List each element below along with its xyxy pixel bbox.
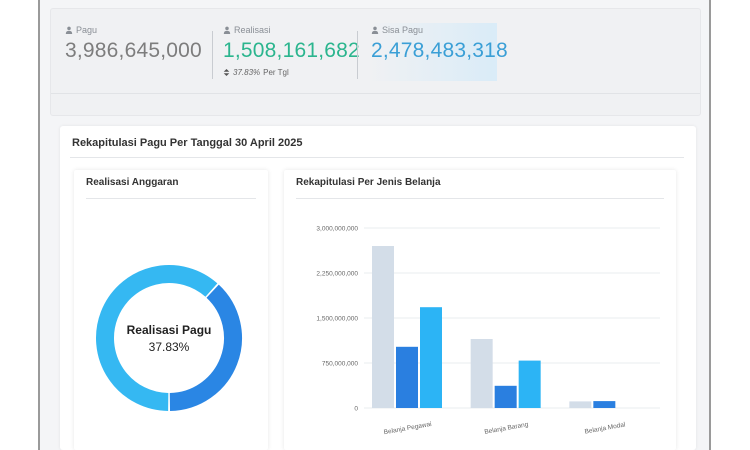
divider: [86, 198, 256, 199]
bar-1-2[interactable]: [518, 360, 541, 408]
stat-realisasi-sub: 37.83% Per Tgl: [223, 68, 360, 77]
user-icon: [223, 26, 231, 34]
bar-2-1[interactable]: [593, 401, 616, 408]
divider: [296, 198, 664, 199]
bar-panel: Rekapitulasi Per Jenis Belanja 0 750,000,…: [284, 170, 676, 450]
stat-pagu-label: Pagu: [76, 25, 98, 35]
main-title: Rekapitulasi Pagu Per Tanggal 30 April 2…: [72, 137, 303, 149]
x-category-label: Belanja Pegawai: [383, 421, 432, 436]
stat-pagu-value: 3,986,645,000: [65, 39, 202, 62]
y-tick-label: 2,250,000,000: [316, 271, 358, 278]
stat-realisasi-percent: 37.83%: [233, 68, 261, 77]
bar-1-0[interactable]: [470, 339, 493, 408]
donut-center-label: Realisasi Pagu: [126, 322, 212, 337]
app-frame: Pagu 3,986,645,000 Realisasi 1,508,161,6…: [38, 0, 711, 450]
y-tick-label: 1,500,000,000: [316, 316, 358, 323]
donut-panel-title: Realisasi Anggaran: [86, 177, 179, 188]
stat-sisa: Sisa Pagu 2,478,483,318: [371, 25, 508, 63]
bar-0-0[interactable]: [372, 246, 394, 408]
x-category-label: Belanja Modal: [584, 421, 626, 435]
sort-icon: [223, 69, 230, 76]
stat-realisasi-per-tgl: Per Tgl: [263, 68, 289, 77]
divider: [51, 93, 700, 94]
bar-1-1[interactable]: [494, 385, 517, 408]
x-category-label: Belanja Barang: [484, 421, 529, 436]
bar-0-2[interactable]: [420, 307, 442, 408]
stat-realisasi-label: Realisasi: [234, 25, 271, 35]
y-tick-label: 0: [354, 406, 358, 413]
rekapitulasi-card: Rekapitulasi Pagu Per Tanggal 30 April 2…: [60, 126, 696, 450]
stat-sisa-label: Sisa Pagu: [382, 25, 424, 35]
bar-chart: 0 750,000,000 1,500,000,000 2,250,000,000 3,…: [316, 226, 660, 436]
user-icon: [371, 26, 379, 34]
y-tick-label: 750,000,000: [322, 361, 359, 368]
divider: [357, 31, 358, 79]
divider: [212, 31, 213, 79]
stat-realisasi: Realisasi 1,508,161,682 37.83% Per Tgl: [223, 25, 360, 77]
donut-center-value: 37.83%: [148, 339, 190, 354]
realisasi-donut-chart: Realisasi Pagu 37.83%: [94, 263, 244, 413]
donut-panel: Realisasi Anggaran Realisasi Pagu 37.83%: [74, 170, 268, 450]
bar-panel-title: Rekapitulasi Per Jenis Belanja: [296, 177, 441, 188]
bar-0-1[interactable]: [396, 346, 418, 408]
stat-realisasi-value: 1,508,161,682: [223, 39, 360, 62]
donut-center: Realisasi Pagu 37.83%: [94, 263, 244, 413]
user-icon: [65, 26, 73, 34]
bar-2-0[interactable]: [569, 401, 592, 408]
stat-pagu: Pagu 3,986,645,000: [65, 25, 202, 63]
stat-sisa-value: 2,478,483,318: [371, 39, 508, 62]
divider: [70, 157, 684, 158]
summary-stats-panel: Pagu 3,986,645,000 Realisasi 1,508,161,6…: [50, 8, 701, 116]
y-tick-label: 3,000,000,000: [316, 226, 358, 233]
